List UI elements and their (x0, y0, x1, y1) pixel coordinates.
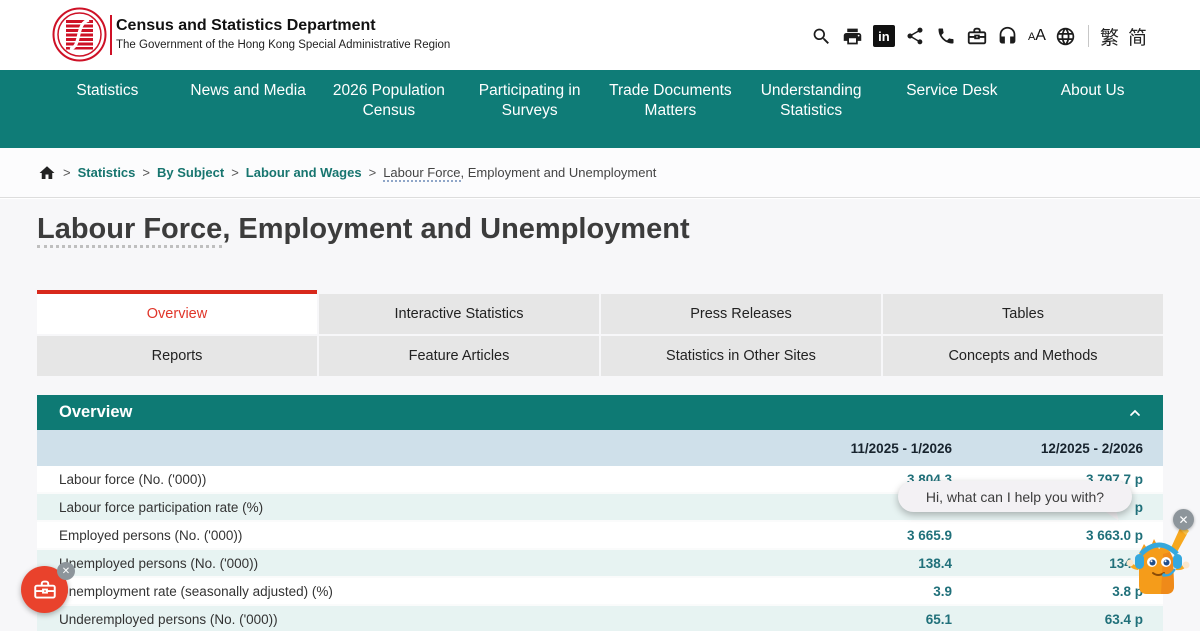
page-title: Labour Force, Employment and Unemploymen… (37, 213, 690, 246)
breadcrumb-current-rest: , Employment and Unemployment (461, 165, 657, 180)
site-subtitle: The Government of the Hong Kong Special … (116, 39, 450, 51)
tab-interactive-statistics[interactable]: Interactive Statistics (319, 290, 599, 334)
home-icon[interactable] (38, 164, 56, 182)
tab-concepts-and-methods[interactable]: Concepts and Methods (883, 336, 1163, 376)
table-header-period-1: 11/2025 - 1/2026 (762, 441, 952, 456)
nav-item-participating-in-surveys[interactable]: Participating in Surveys (459, 70, 600, 148)
overview-section-title: Overview (59, 403, 132, 422)
nav-item-news-and-media[interactable]: News and Media (178, 70, 319, 148)
tab-reports[interactable]: Reports (37, 336, 317, 376)
row-label: Employed persons (No. ('000)) (59, 528, 762, 543)
utility-icon-bar: in AA 繁 简 (811, 21, 1147, 51)
breadcrumb-separator: > (231, 165, 239, 180)
row-value-2: 63.4 p (952, 612, 1143, 627)
breadcrumb-separator: > (142, 165, 150, 180)
overview-section: Overview 11/2025 - 1/2026 12/2025 - 2/20… (37, 395, 1163, 631)
nav-item-understanding-statistics[interactable]: Understanding Statistics (741, 70, 882, 148)
icon-divider (1088, 25, 1089, 47)
overview-section-header[interactable]: Overview (37, 395, 1163, 430)
page-title-term: Labour Force (37, 213, 222, 248)
page: Census and Statistics Department The Gov… (0, 0, 1200, 631)
site-header: Census and Statistics Department The Gov… (0, 0, 1200, 70)
table-row: Employed persons (No. ('000)) 3 665.9 3 … (37, 522, 1163, 550)
collapse-chevron-up-icon[interactable] (1127, 405, 1143, 421)
headset-icon[interactable] (997, 25, 1019, 47)
breadcrumb-current-page: Labour Force, Employment and Unemploymen… (383, 165, 656, 180)
chat-greeting-bubble[interactable]: Hi, what can I help you with? (898, 481, 1132, 512)
tab-tables[interactable]: Tables (883, 290, 1163, 334)
row-label: Unemployed persons (No. ('000)) (59, 556, 762, 571)
row-value-1: 3.9 (762, 584, 952, 599)
row-label: Unemployment rate (seasonally adjusted) … (59, 584, 762, 599)
linkedin-icon[interactable]: in (873, 25, 895, 47)
breadcrumb-separator: > (369, 165, 377, 180)
row-value-2: 134.7 (952, 556, 1143, 571)
tab-statistics-in-other-sites[interactable]: Statistics in Other Sites (601, 336, 881, 376)
table-row: Underemployed persons (No. ('000)) 65.1 … (37, 606, 1163, 631)
breadcrumb-link-by-subject[interactable]: By Subject (157, 165, 224, 180)
lang-simplified-chinese[interactable]: 简 (1128, 23, 1147, 50)
section-tabs: Overview Interactive Statistics Press Re… (37, 290, 1163, 376)
csd-logo-icon[interactable] (52, 7, 107, 62)
nav-item-statistics[interactable]: Statistics (37, 70, 178, 148)
breadcrumb-link-statistics[interactable]: Statistics (78, 165, 136, 180)
lang-traditional-chinese[interactable]: 繁 (1100, 23, 1119, 50)
tab-feature-articles[interactable]: Feature Articles (319, 336, 599, 376)
table-header-row: 11/2025 - 1/2026 12/2025 - 2/2026 (37, 430, 1163, 466)
site-title: Census and Statistics Department (116, 17, 376, 35)
toolbox-icon (32, 577, 58, 603)
row-label: Underemployed persons (No. ('000)) (59, 612, 762, 627)
chat-close-icon[interactable]: ✕ (1173, 509, 1194, 530)
tab-overview[interactable]: Overview (37, 290, 317, 334)
main-nav: Statistics News and Media 2026 Populatio… (0, 70, 1200, 148)
toolbox-icon[interactable] (966, 25, 988, 47)
brand-divider (110, 15, 112, 55)
page-title-rest: , Employment and Unemployment (222, 213, 689, 245)
table-row: Unemployed persons (No. ('000)) 138.4 13… (37, 550, 1163, 578)
chatbot-mascot[interactable] (1126, 524, 1192, 605)
row-value-2: 3 663.0 p (952, 528, 1143, 543)
row-value-1: 65.1 (762, 612, 952, 627)
breadcrumb: > Statistics > By Subject > Labour and W… (0, 148, 1200, 198)
row-value-1: 138.4 (762, 556, 952, 571)
share-icon[interactable] (904, 25, 926, 47)
row-label: Labour force (No. ('000)) (59, 472, 762, 487)
fab-close-icon[interactable]: ✕ (57, 562, 75, 580)
search-icon[interactable] (811, 25, 833, 47)
row-value-2: 3.8 p (952, 584, 1143, 599)
print-icon[interactable] (842, 25, 864, 47)
breadcrumb-separator: > (63, 165, 71, 180)
font-size-icon[interactable]: AA (1028, 27, 1046, 45)
breadcrumb-current-term: Labour Force (383, 165, 460, 182)
language-globe-icon[interactable] (1055, 25, 1077, 47)
nav-item-trade-documents-matters[interactable]: Trade Documents Matters (600, 70, 741, 148)
nav-item-2026-population-census[interactable]: 2026 Population Census (319, 70, 460, 148)
table-row: Unemployment rate (seasonally adjusted) … (37, 578, 1163, 606)
breadcrumb-link-labour-and-wages[interactable]: Labour and Wages (246, 165, 362, 180)
row-value-1: 3 665.9 (762, 528, 952, 543)
nav-item-service-desk[interactable]: Service Desk (882, 70, 1023, 148)
phone-icon[interactable] (935, 25, 957, 47)
row-label: Labour force participation rate (%) (59, 500, 762, 515)
table-header-period-2: 12/2025 - 2/2026 (952, 441, 1143, 456)
nav-item-about-us[interactable]: About Us (1022, 70, 1163, 148)
tab-press-releases[interactable]: Press Releases (601, 290, 881, 334)
